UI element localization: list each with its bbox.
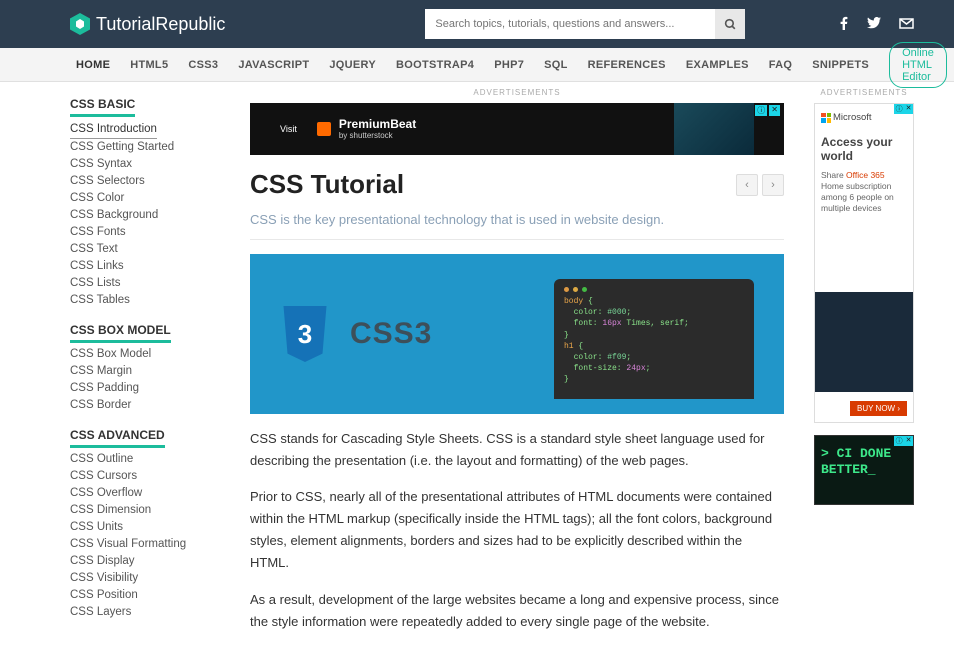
- prev-button[interactable]: ‹: [736, 174, 758, 196]
- sidebar-item[interactable]: CSS Visual Formatting: [70, 536, 220, 553]
- ad-image: [815, 292, 913, 392]
- lead-text: CSS is the key presentational technology…: [250, 200, 784, 240]
- ad-visit-text: Visit: [280, 124, 297, 134]
- main-nav: HOME HTML5 CSS3 JAVASCRIPT JQUERY BOOTST…: [0, 48, 954, 82]
- sidebar-ad-ci[interactable]: ⓘ✕ > CI DONE BETTER_: [814, 435, 914, 505]
- sidebar-item[interactable]: CSS Fonts: [70, 224, 220, 241]
- header: TutorialRepublic: [0, 0, 954, 48]
- adchoices-icon[interactable]: ⓘ✕: [894, 436, 913, 446]
- buy-now-button[interactable]: BUY NOW ›: [850, 401, 907, 416]
- nav-examples[interactable]: EXAMPLES: [686, 59, 749, 71]
- sidebar-item[interactable]: CSS Text: [70, 241, 220, 258]
- main-content: ADVERTISEMENTS Visit PremiumBeat by shut…: [250, 82, 784, 647]
- sidebar-item[interactable]: CSS Tables: [70, 292, 220, 309]
- nav-home[interactable]: HOME: [76, 59, 110, 71]
- next-button[interactable]: ›: [762, 174, 784, 196]
- sidebar-item[interactable]: CSS Dimension: [70, 502, 220, 519]
- sidebar-heading-boxmodel: CSS BOX MODEL: [70, 323, 171, 343]
- code-sample: body { color: #000; font: 16px Times, se…: [564, 296, 744, 386]
- logo[interactable]: TutorialRepublic: [70, 13, 225, 35]
- sidebar-item[interactable]: CSS Overflow: [70, 485, 220, 502]
- ad-brand-sub: by shutterstock: [339, 131, 416, 140]
- content-paragraph: As a result, development of the large we…: [250, 589, 784, 633]
- ad-title: Access your world: [821, 135, 907, 164]
- laptop-graphic: body { color: #000; font: 16px Times, se…: [554, 279, 754, 399]
- sidebar-item[interactable]: CSS Layers: [70, 604, 220, 621]
- css3-shield-icon: 3: [280, 306, 330, 362]
- hero-label: CSS3: [350, 317, 432, 351]
- ads-label: ADVERTISEMENTS: [814, 88, 914, 97]
- adchoices-icon[interactable]: ⓘ✕: [894, 104, 913, 114]
- sidebar-item[interactable]: CSS Position: [70, 587, 220, 604]
- logo-icon: [70, 13, 90, 35]
- nav-css3[interactable]: CSS3: [188, 59, 218, 71]
- ads-label: ADVERTISEMENTS: [250, 88, 784, 97]
- nav-html5[interactable]: HTML5: [130, 59, 168, 71]
- nav-bootstrap4[interactable]: BOOTSTRAP4: [396, 59, 474, 71]
- facebook-icon[interactable]: [839, 16, 849, 33]
- ad-text: BETTER_: [821, 462, 907, 478]
- nav-sql[interactable]: SQL: [544, 59, 568, 71]
- content-paragraph: Prior to CSS, nearly all of the presenta…: [250, 486, 784, 574]
- sidebar-item[interactable]: CSS Links: [70, 258, 220, 275]
- sidebar-item[interactable]: CSS Margin: [70, 363, 220, 380]
- nav-snippets[interactable]: SNIPPETS: [812, 59, 869, 71]
- search-icon: [724, 18, 737, 31]
- hero-banner: 3 CSS3 body { color: #000; font: 16px Ti…: [250, 254, 784, 414]
- sidebar-heading-basic: CSS BASIC: [70, 97, 135, 117]
- sidebar-ad-microsoft[interactable]: ⓘ✕ Microsoft Access your world Share Off…: [814, 103, 914, 423]
- search-input[interactable]: [425, 9, 715, 39]
- ad-subtext: Share Office 365 Home subscription among…: [821, 170, 907, 214]
- sidebar-item[interactable]: CSS Border: [70, 397, 220, 414]
- sidebar-item[interactable]: CSS Background: [70, 207, 220, 224]
- sidebar-item[interactable]: CSS Cursors: [70, 468, 220, 485]
- ad-brand-name: PremiumBeat: [339, 118, 416, 131]
- search-wrap: [425, 9, 745, 39]
- ad-banner[interactable]: Visit PremiumBeat by shutterstock ⓘ✕: [250, 103, 784, 155]
- premiumbeat-icon: [317, 122, 331, 136]
- twitter-icon[interactable]: [867, 16, 881, 33]
- sidebar-item[interactable]: CSS Color: [70, 190, 220, 207]
- sidebar-item[interactable]: CSS Display: [70, 553, 220, 570]
- content-paragraph: CSS stands for Cascading Style Sheets. C…: [250, 428, 784, 472]
- adchoices-icon[interactable]: ⓘ✕: [755, 105, 780, 116]
- sidebar-item[interactable]: CSS Getting Started: [70, 139, 220, 156]
- page-title: CSS Tutorial: [250, 169, 404, 200]
- ad-image: [674, 103, 754, 155]
- sidebar-item[interactable]: CSS Box Model: [70, 346, 220, 363]
- nav-faq[interactable]: FAQ: [769, 59, 793, 71]
- sidebar-item[interactable]: CSS Syntax: [70, 156, 220, 173]
- sidebar-item[interactable]: CSS Padding: [70, 380, 220, 397]
- social-icons: [839, 16, 914, 33]
- nav-javascript[interactable]: JAVASCRIPT: [238, 59, 309, 71]
- microsoft-label: Microsoft: [833, 112, 872, 123]
- sidebar: CSS BASIC CSS Introduction CSS Getting S…: [70, 82, 220, 647]
- nav-references[interactable]: REFERENCES: [588, 59, 666, 71]
- sidebar-heading-advanced: CSS ADVANCED: [70, 428, 165, 448]
- right-column: ADVERTISEMENTS ⓘ✕ Microsoft Access your …: [814, 82, 914, 647]
- online-editor-button[interactable]: Online HTML Editor: [889, 42, 947, 88]
- sidebar-item[interactable]: CSS Units: [70, 519, 220, 536]
- sidebar-item[interactable]: CSS Visibility: [70, 570, 220, 587]
- sidebar-item[interactable]: CSS Lists: [70, 275, 220, 292]
- nav-jquery[interactable]: JQUERY: [329, 59, 376, 71]
- sidebar-item[interactable]: CSS Introduction: [70, 121, 157, 139]
- sidebar-item[interactable]: CSS Outline: [70, 451, 220, 468]
- ad-text: > CI DONE: [821, 446, 907, 462]
- sidebar-item[interactable]: CSS Selectors: [70, 173, 220, 190]
- mail-icon[interactable]: [899, 16, 914, 33]
- search-button[interactable]: [715, 9, 745, 39]
- nav-php7[interactable]: PHP7: [494, 59, 524, 71]
- logo-text: TutorialRepublic: [96, 14, 225, 35]
